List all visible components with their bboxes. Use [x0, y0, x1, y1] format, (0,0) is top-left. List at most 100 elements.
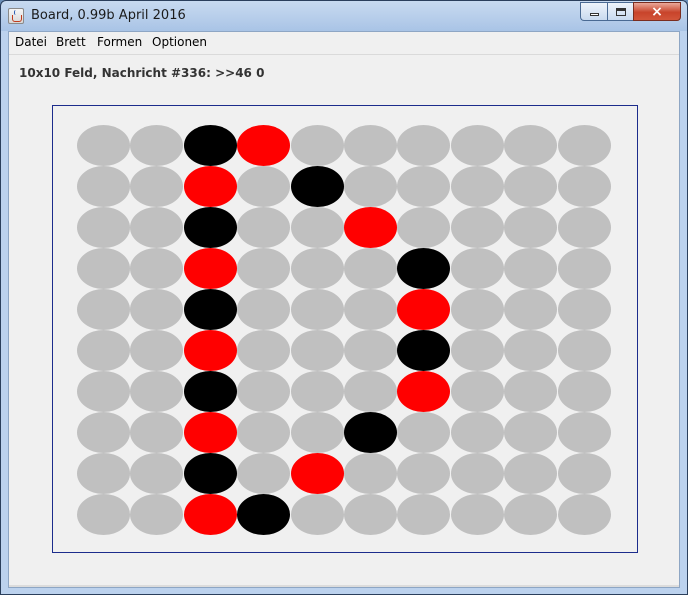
board-cell-empty[interactable]	[504, 330, 557, 371]
menu-optionen[interactable]: Optionen	[152, 35, 207, 49]
board-cell-empty[interactable]	[237, 330, 290, 371]
board-cell-empty[interactable]	[291, 207, 344, 248]
board-cell-empty[interactable]	[77, 125, 130, 166]
board-cell-empty[interactable]	[504, 248, 557, 289]
board-cell-empty[interactable]	[291, 371, 344, 412]
board-cell-empty[interactable]	[504, 412, 557, 453]
board-cell-empty[interactable]	[344, 166, 397, 207]
board-cell-empty[interactable]	[77, 494, 130, 535]
board-cell-empty[interactable]	[451, 207, 504, 248]
board-cell-empty[interactable]	[291, 494, 344, 535]
board-cell-black[interactable]	[397, 330, 450, 371]
board-cell-empty[interactable]	[130, 453, 183, 494]
board-cell-empty[interactable]	[237, 453, 290, 494]
board-cell-red[interactable]	[237, 125, 290, 166]
board-cell-empty[interactable]	[130, 289, 183, 330]
board-cell-empty[interactable]	[344, 494, 397, 535]
board-cell-empty[interactable]	[451, 289, 504, 330]
board-cell-empty[interactable]	[558, 494, 611, 535]
board-cell-empty[interactable]	[504, 494, 557, 535]
board-cell-black[interactable]	[184, 289, 237, 330]
board-cell-empty[interactable]	[77, 412, 130, 453]
board-cell-empty[interactable]	[237, 371, 290, 412]
board-cell-empty[interactable]	[504, 453, 557, 494]
board-cell-empty[interactable]	[237, 207, 290, 248]
board-cell-black[interactable]	[344, 412, 397, 453]
board-cell-red[interactable]	[344, 207, 397, 248]
minimize-button[interactable]	[580, 2, 607, 21]
board-cell-empty[interactable]	[130, 125, 183, 166]
board-cell-empty[interactable]	[558, 412, 611, 453]
board-cell-empty[interactable]	[77, 207, 130, 248]
board-cell-empty[interactable]	[558, 207, 611, 248]
board-cell-empty[interactable]	[504, 207, 557, 248]
board-cell-empty[interactable]	[130, 330, 183, 371]
board-cell-empty[interactable]	[130, 166, 183, 207]
menu-brett[interactable]: Brett	[56, 35, 86, 49]
board-cell-empty[interactable]	[397, 412, 450, 453]
board-cell-empty[interactable]	[397, 453, 450, 494]
board-cell-red[interactable]	[184, 494, 237, 535]
board-cell-red[interactable]	[397, 371, 450, 412]
board-cell-empty[interactable]	[344, 125, 397, 166]
board-cell-empty[interactable]	[237, 248, 290, 289]
board-cell-empty[interactable]	[130, 412, 183, 453]
board-cell-empty[interactable]	[451, 453, 504, 494]
board-cell-empty[interactable]	[77, 371, 130, 412]
board-cell-empty[interactable]	[451, 412, 504, 453]
maximize-button[interactable]	[607, 2, 633, 21]
board-cell-empty[interactable]	[291, 412, 344, 453]
board-cell-empty[interactable]	[504, 371, 557, 412]
board-cell-empty[interactable]	[237, 289, 290, 330]
board-cell-empty[interactable]	[558, 125, 611, 166]
board-cell-empty[interactable]	[291, 289, 344, 330]
board-cell-black[interactable]	[237, 494, 290, 535]
board-cell-empty[interactable]	[558, 453, 611, 494]
board-cell-empty[interactable]	[451, 125, 504, 166]
board-cell-empty[interactable]	[130, 207, 183, 248]
menu-datei[interactable]: Datei	[15, 35, 47, 49]
board-cell-empty[interactable]	[504, 125, 557, 166]
board-cell-empty[interactable]	[291, 248, 344, 289]
board-cell-empty[interactable]	[558, 289, 611, 330]
board-cell-empty[interactable]	[558, 248, 611, 289]
board-cell-black[interactable]	[184, 125, 237, 166]
board-cell-black[interactable]	[397, 248, 450, 289]
title-bar[interactable]: Board, 0.99b April 2016 ×	[1, 1, 687, 31]
board-cell-empty[interactable]	[130, 248, 183, 289]
board-cell-empty[interactable]	[344, 330, 397, 371]
board-cell-empty[interactable]	[291, 125, 344, 166]
board-cell-empty[interactable]	[451, 166, 504, 207]
board-cell-empty[interactable]	[451, 248, 504, 289]
board-cell-empty[interactable]	[237, 166, 290, 207]
board-cell-black[interactable]	[184, 371, 237, 412]
board-cell-empty[interactable]	[558, 371, 611, 412]
board-cell-empty[interactable]	[397, 125, 450, 166]
board-cell-black[interactable]	[184, 453, 237, 494]
board-cell-black[interactable]	[291, 166, 344, 207]
board-cell-empty[interactable]	[344, 371, 397, 412]
board-cell-red[interactable]	[184, 166, 237, 207]
board-cell-empty[interactable]	[77, 453, 130, 494]
board-cell-empty[interactable]	[504, 289, 557, 330]
board-cell-red[interactable]	[397, 289, 450, 330]
board-cell-red[interactable]	[184, 412, 237, 453]
board-cell-empty[interactable]	[451, 330, 504, 371]
board-cell-empty[interactable]	[77, 248, 130, 289]
board-cell-empty[interactable]	[77, 330, 130, 371]
board-cell-empty[interactable]	[77, 289, 130, 330]
java-app-icon[interactable]	[8, 8, 24, 24]
board-cell-red[interactable]	[291, 453, 344, 494]
board-cell-empty[interactable]	[451, 494, 504, 535]
board-cell-empty[interactable]	[558, 330, 611, 371]
board-cell-empty[interactable]	[504, 166, 557, 207]
board-cell-empty[interactable]	[77, 166, 130, 207]
board-cell-red[interactable]	[184, 330, 237, 371]
close-button[interactable]: ×	[633, 2, 681, 21]
board-cell-empty[interactable]	[451, 371, 504, 412]
board-cell-empty[interactable]	[558, 166, 611, 207]
board-cell-empty[interactable]	[344, 453, 397, 494]
board-cell-empty[interactable]	[130, 371, 183, 412]
board-cell-empty[interactable]	[397, 166, 450, 207]
board-cell-empty[interactable]	[344, 289, 397, 330]
